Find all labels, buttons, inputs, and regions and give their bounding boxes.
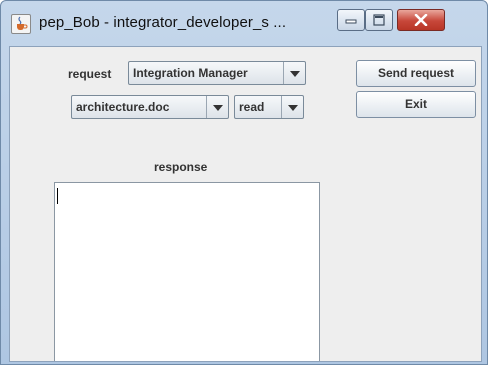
maximize-icon xyxy=(373,14,385,26)
send-request-button[interactable]: Send request xyxy=(356,60,476,87)
chevron-down-icon[interactable] xyxy=(206,96,228,118)
chevron-down-icon[interactable] xyxy=(281,96,303,118)
resource-dropdown-value: architecture.doc xyxy=(76,100,170,114)
close-icon xyxy=(414,14,428,26)
request-dropdown-value: Integration Manager xyxy=(133,66,248,80)
action-dropdown-value: read xyxy=(239,100,265,114)
title-bar[interactable]: pep_Bob - integrator_developer_s ... xyxy=(1,1,487,47)
text-cursor xyxy=(57,188,58,204)
window-title: pep_Bob - integrator_developer_s ... xyxy=(39,14,287,31)
minimize-button[interactable] xyxy=(337,9,365,31)
java-cup-icon xyxy=(11,14,31,34)
maximize-button[interactable] xyxy=(365,9,393,31)
chevron-down-icon[interactable] xyxy=(283,62,305,84)
request-label: request xyxy=(68,67,112,81)
close-button[interactable] xyxy=(397,9,445,31)
minimize-icon xyxy=(345,19,357,24)
resource-dropdown[interactable]: architecture.doc xyxy=(71,95,229,119)
exit-button[interactable]: Exit xyxy=(356,91,476,118)
response-textarea[interactable] xyxy=(54,182,320,361)
application-window: pep_Bob - integrator_developer_s ... req… xyxy=(0,0,488,365)
content-panel: request Integration Manager architecture… xyxy=(9,46,482,362)
response-label: response xyxy=(154,160,208,174)
request-dropdown[interactable]: Integration Manager xyxy=(128,61,306,85)
action-dropdown[interactable]: read xyxy=(234,95,304,119)
